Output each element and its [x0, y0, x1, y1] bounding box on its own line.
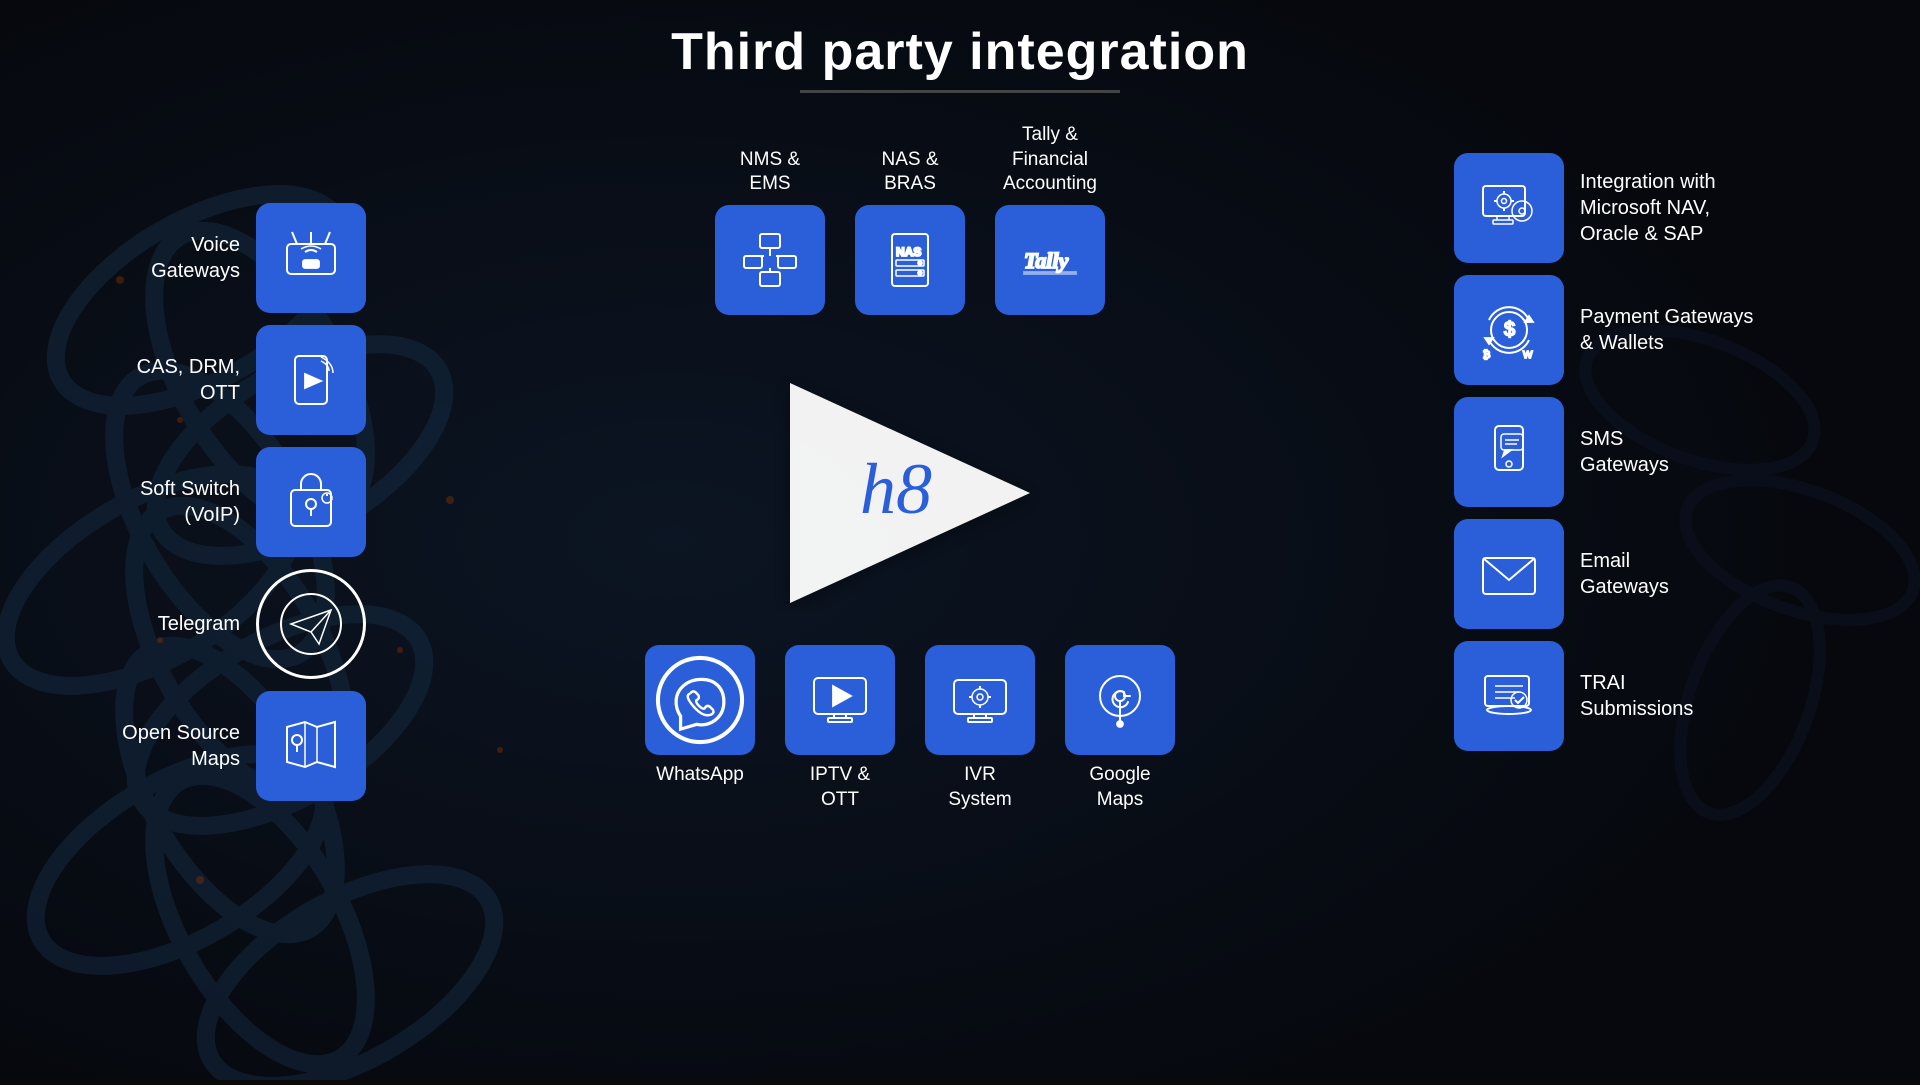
tally-label: Tally & Financial Accounting — [1003, 123, 1097, 197]
cas-drm-ott-label: CAS, DRM, OTT — [60, 354, 240, 406]
nms-icon-box — [715, 205, 825, 315]
maps-icon — [277, 712, 345, 780]
right-item-sms: SMS Gateways — [1454, 397, 1860, 507]
left-item-telegram: Telegram — [60, 569, 366, 679]
soft-switch-label: Soft Switch (VoIP) — [60, 476, 240, 528]
google-maps-icon — [1086, 666, 1154, 734]
sms-label: SMS Gateways — [1580, 426, 1860, 478]
telegram-icon-box — [256, 569, 366, 679]
email-label: Email Gateways — [1580, 548, 1860, 600]
ivr-label: IVR System — [948, 763, 1011, 812]
ivr-icon — [946, 666, 1014, 734]
right-item-erp: Integration with Microsoft NAV, Oracle &… — [1454, 153, 1860, 263]
svg-text:W: W — [1523, 350, 1533, 361]
top-icon-tally: Tally & Financial Accounting Tally — [995, 123, 1105, 315]
left-item-soft-switch: Soft Switch (VoIP) — [60, 447, 366, 557]
erp-label: Integration with Microsoft NAV, Oracle &… — [1580, 169, 1860, 247]
nas-icon: NAS — [876, 226, 944, 294]
telegram-label: Telegram — [60, 611, 240, 637]
right-item-email: Email Gateways — [1454, 519, 1860, 629]
nms-icon — [736, 226, 804, 294]
iptv-icon — [806, 666, 874, 734]
voice-gateway-icon — [277, 224, 345, 292]
left-item-voice-gateways: Voice Gateways — [60, 203, 366, 313]
whatsapp-label: WhatsApp — [656, 763, 744, 788]
soft-switch-icon — [277, 468, 345, 536]
page-title: Third party integration — [0, 0, 1920, 82]
svg-text:Tally: Tally — [1024, 248, 1069, 273]
svg-text:NAS: NAS — [896, 245, 921, 259]
telegram-icon — [277, 590, 345, 658]
top-icon-nas: NAS & BRAS NAS — [855, 148, 965, 315]
sms-icon — [1475, 418, 1543, 486]
right-item-payment: $ ₿ W Payment Gateways & Wallets — [1454, 275, 1860, 385]
google-maps-label: Google Maps — [1089, 763, 1150, 812]
voice-gateways-label: Voice Gateways — [60, 232, 240, 284]
nms-label: NMS & EMS — [740, 148, 800, 197]
svg-text:₿: ₿ — [1483, 349, 1490, 361]
payment-icon: $ ₿ W — [1475, 296, 1543, 364]
h8-logo: h8 — [770, 373, 1050, 618]
payment-icon-box: $ ₿ W — [1454, 275, 1564, 385]
left-column: Voice Gateways — [60, 123, 366, 812]
erp-icon — [1475, 174, 1543, 242]
svg-text:$: $ — [1504, 319, 1515, 341]
left-item-maps: Open Source Maps — [60, 691, 366, 801]
trai-icon-box — [1454, 641, 1564, 751]
right-item-trai: TRAI Submissions — [1454, 641, 1860, 751]
maps-label: Open Source Maps — [60, 720, 240, 772]
email-icon — [1475, 540, 1543, 608]
sms-icon-box — [1454, 397, 1564, 507]
maps-icon-box — [256, 691, 366, 801]
left-item-cas-drm-ott: CAS, DRM, OTT — [60, 325, 366, 435]
nas-label: NAS & BRAS — [881, 148, 938, 197]
top-icon-nms: NMS & EMS — [715, 148, 825, 315]
right-column: Integration with Microsoft NAV, Oracle &… — [1454, 123, 1860, 812]
email-icon-box — [1454, 519, 1564, 629]
cas-drm-icon — [277, 346, 345, 414]
nas-icon-box: NAS — [855, 205, 965, 315]
tally-icon: Tally — [1016, 226, 1084, 294]
trai-label: TRAI Submissions — [1580, 670, 1860, 722]
center-logo-area: h8 — [650, 315, 1170, 675]
iptv-label: IPTV & OTT — [810, 763, 870, 812]
top-icons-row: NMS & EMS — [715, 123, 1105, 315]
center-section: NMS & EMS — [366, 123, 1454, 812]
soft-switch-icon-box — [256, 447, 366, 557]
h8-triangle-svg: h8 — [770, 373, 1050, 613]
cas-drm-icon-box — [256, 325, 366, 435]
erp-icon-box — [1454, 153, 1564, 263]
svg-text:h8: h8 — [860, 449, 932, 529]
tally-icon-box: Tally — [995, 205, 1105, 315]
voice-gateway-icon-box — [256, 203, 366, 313]
payment-label: Payment Gateways & Wallets — [1580, 304, 1860, 356]
trai-icon — [1475, 662, 1543, 730]
title-underline — [800, 90, 1120, 93]
